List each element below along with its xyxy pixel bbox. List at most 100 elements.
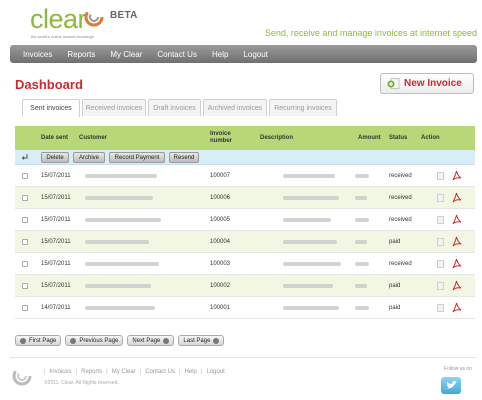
table-row[interactable]: 15/07/2011 100005 received — [15, 209, 475, 231]
row-customer — [85, 187, 153, 209]
table-row[interactable]: 15/07/2011 100006 received — [15, 187, 475, 209]
row-invoice-number[interactable]: 100004 — [210, 231, 230, 253]
row-checkbox[interactable] — [22, 239, 28, 245]
nav-item-invoices[interactable]: Invoices — [23, 50, 52, 59]
row-customer — [85, 297, 155, 319]
row-date: 15/07/2011 — [41, 195, 71, 201]
table-row[interactable]: 15/07/2011 100007 received — [15, 165, 475, 187]
row-status: paid — [389, 283, 401, 289]
archive-button[interactable]: Archive — [73, 152, 105, 163]
tab-sent-invoices[interactable]: Sent invoices — [22, 99, 80, 117]
pdf-icon[interactable] — [452, 236, 462, 247]
add-document-icon — [387, 78, 400, 89]
row-status: received — [389, 261, 412, 267]
footer-logo-icon — [12, 366, 32, 386]
pdf-icon[interactable] — [452, 170, 462, 181]
col-action: Action — [421, 134, 440, 141]
row-checkbox[interactable] — [22, 195, 28, 201]
document-icon[interactable] — [437, 304, 444, 312]
row-invoice-number[interactable]: 100003 — [210, 253, 230, 275]
row-checkbox[interactable] — [22, 305, 28, 311]
footer-link-invoices[interactable]: Invoices — [50, 369, 72, 375]
row-checkbox[interactable] — [22, 173, 28, 179]
footer-separator: | — [44, 369, 46, 375]
row-date: 14/07/2011 — [41, 305, 71, 311]
row-invoice-number[interactable]: 100006 — [210, 187, 230, 209]
col-date-sent[interactable]: Date sent — [41, 126, 68, 150]
row-date: 15/07/2011 — [41, 173, 71, 179]
main-nav: Invoices Reports My Clear Contact Us Hel… — [10, 45, 477, 63]
last-page-button[interactable]: Last Page — [178, 335, 225, 346]
invoice-table: Date sent Customer Invoice number Descri… — [15, 126, 475, 319]
footer-nav: | Invoices | Reports | My Clear | Contac… — [40, 369, 225, 375]
col-invoice-number[interactable]: Invoice number — [210, 126, 238, 150]
next-page-button[interactable]: Next Page — [127, 335, 175, 346]
footer-link-my-clear[interactable]: My Clear — [112, 369, 136, 375]
table-row[interactable]: 15/07/2011 100004 paid — [15, 231, 475, 253]
document-icon[interactable] — [437, 216, 444, 224]
delete-button[interactable]: Delete — [41, 152, 69, 163]
record-payment-button[interactable]: Record Payment — [109, 152, 165, 163]
document-icon[interactable] — [437, 238, 444, 246]
document-icon[interactable] — [437, 194, 444, 202]
nav-item-help[interactable]: Help — [212, 50, 228, 59]
row-status: received — [389, 195, 412, 201]
row-description — [283, 297, 339, 319]
col-customer[interactable]: Customer — [79, 126, 107, 150]
pdf-icon[interactable] — [452, 214, 462, 225]
first-page-button[interactable]: First Page — [15, 335, 62, 346]
row-date: 15/07/2011 — [41, 283, 71, 289]
row-date: 15/07/2011 — [41, 239, 71, 245]
table-row[interactable]: 15/07/2011 100003 received — [15, 253, 475, 275]
previous-page-button[interactable]: Previous Page — [65, 335, 124, 346]
tab-recurring-invoices[interactable]: Recurring invoices — [269, 99, 337, 116]
footer-link-reports[interactable]: Reports — [81, 369, 102, 375]
footer-separator: | — [178, 369, 181, 375]
row-invoice-number[interactable]: 100007 — [210, 165, 230, 187]
row-checkbox[interactable] — [22, 283, 28, 289]
tab-received-invoices[interactable]: Received invoices — [82, 99, 146, 116]
row-invoice-number[interactable]: 100001 — [210, 297, 230, 319]
previous-page-icon — [70, 337, 77, 344]
col-description[interactable]: Description — [260, 126, 293, 150]
row-invoice-number[interactable]: 100002 — [210, 275, 230, 297]
document-icon[interactable] — [437, 260, 444, 268]
row-amount — [355, 209, 369, 231]
first-page-label: First Page — [29, 337, 57, 344]
nav-item-my-clear[interactable]: My Clear — [110, 50, 142, 59]
tab-archived-invoices[interactable]: Archived invoices — [203, 99, 267, 116]
footer-link-contact-us[interactable]: Contact Us — [145, 369, 175, 375]
pdf-icon[interactable] — [452, 302, 462, 313]
row-description — [283, 209, 331, 231]
nav-item-reports[interactable]: Reports — [67, 50, 95, 59]
twitter-icon[interactable] — [441, 377, 461, 394]
pdf-icon[interactable] — [452, 192, 462, 203]
document-icon[interactable] — [437, 172, 444, 180]
logo[interactable]: clear BETA the world's online invoice ex… — [30, 4, 137, 39]
row-status: received — [389, 217, 412, 223]
new-invoice-button[interactable]: New Invoice — [380, 73, 474, 94]
row-invoice-number[interactable]: 100005 — [210, 209, 230, 231]
resend-button[interactable]: Resend — [169, 152, 199, 163]
table-header: Date sent Customer Invoice number Descri… — [15, 126, 475, 150]
site-tagline: Send, receive and manage invoices at int… — [264, 28, 477, 38]
col-amount[interactable]: Amount — [358, 126, 381, 150]
new-invoice-label: New Invoice — [404, 78, 462, 89]
footer-link-logout[interactable]: Logout — [206, 369, 224, 375]
pdf-icon[interactable] — [452, 258, 462, 269]
document-icon[interactable] — [437, 282, 444, 290]
nav-item-contact-us[interactable]: Contact Us — [157, 50, 197, 59]
row-checkbox[interactable] — [22, 261, 28, 267]
nav-item-logout[interactable]: Logout — [243, 50, 267, 59]
pdf-icon[interactable] — [452, 280, 462, 291]
table-row[interactable]: 14/07/2011 100001 paid — [15, 297, 475, 319]
row-amount — [355, 253, 369, 275]
table-row[interactable]: 15/07/2011 100002 paid — [15, 275, 475, 297]
last-page-icon — [213, 337, 220, 344]
tab-draft-invoices[interactable]: Draft invoices — [148, 99, 201, 116]
footer-link-help[interactable]: Help — [185, 369, 197, 375]
follow-us-label: Follow us on — [443, 366, 472, 372]
row-checkbox[interactable] — [22, 217, 28, 223]
footer-separator: | — [139, 369, 142, 375]
col-status[interactable]: Status — [389, 126, 407, 150]
